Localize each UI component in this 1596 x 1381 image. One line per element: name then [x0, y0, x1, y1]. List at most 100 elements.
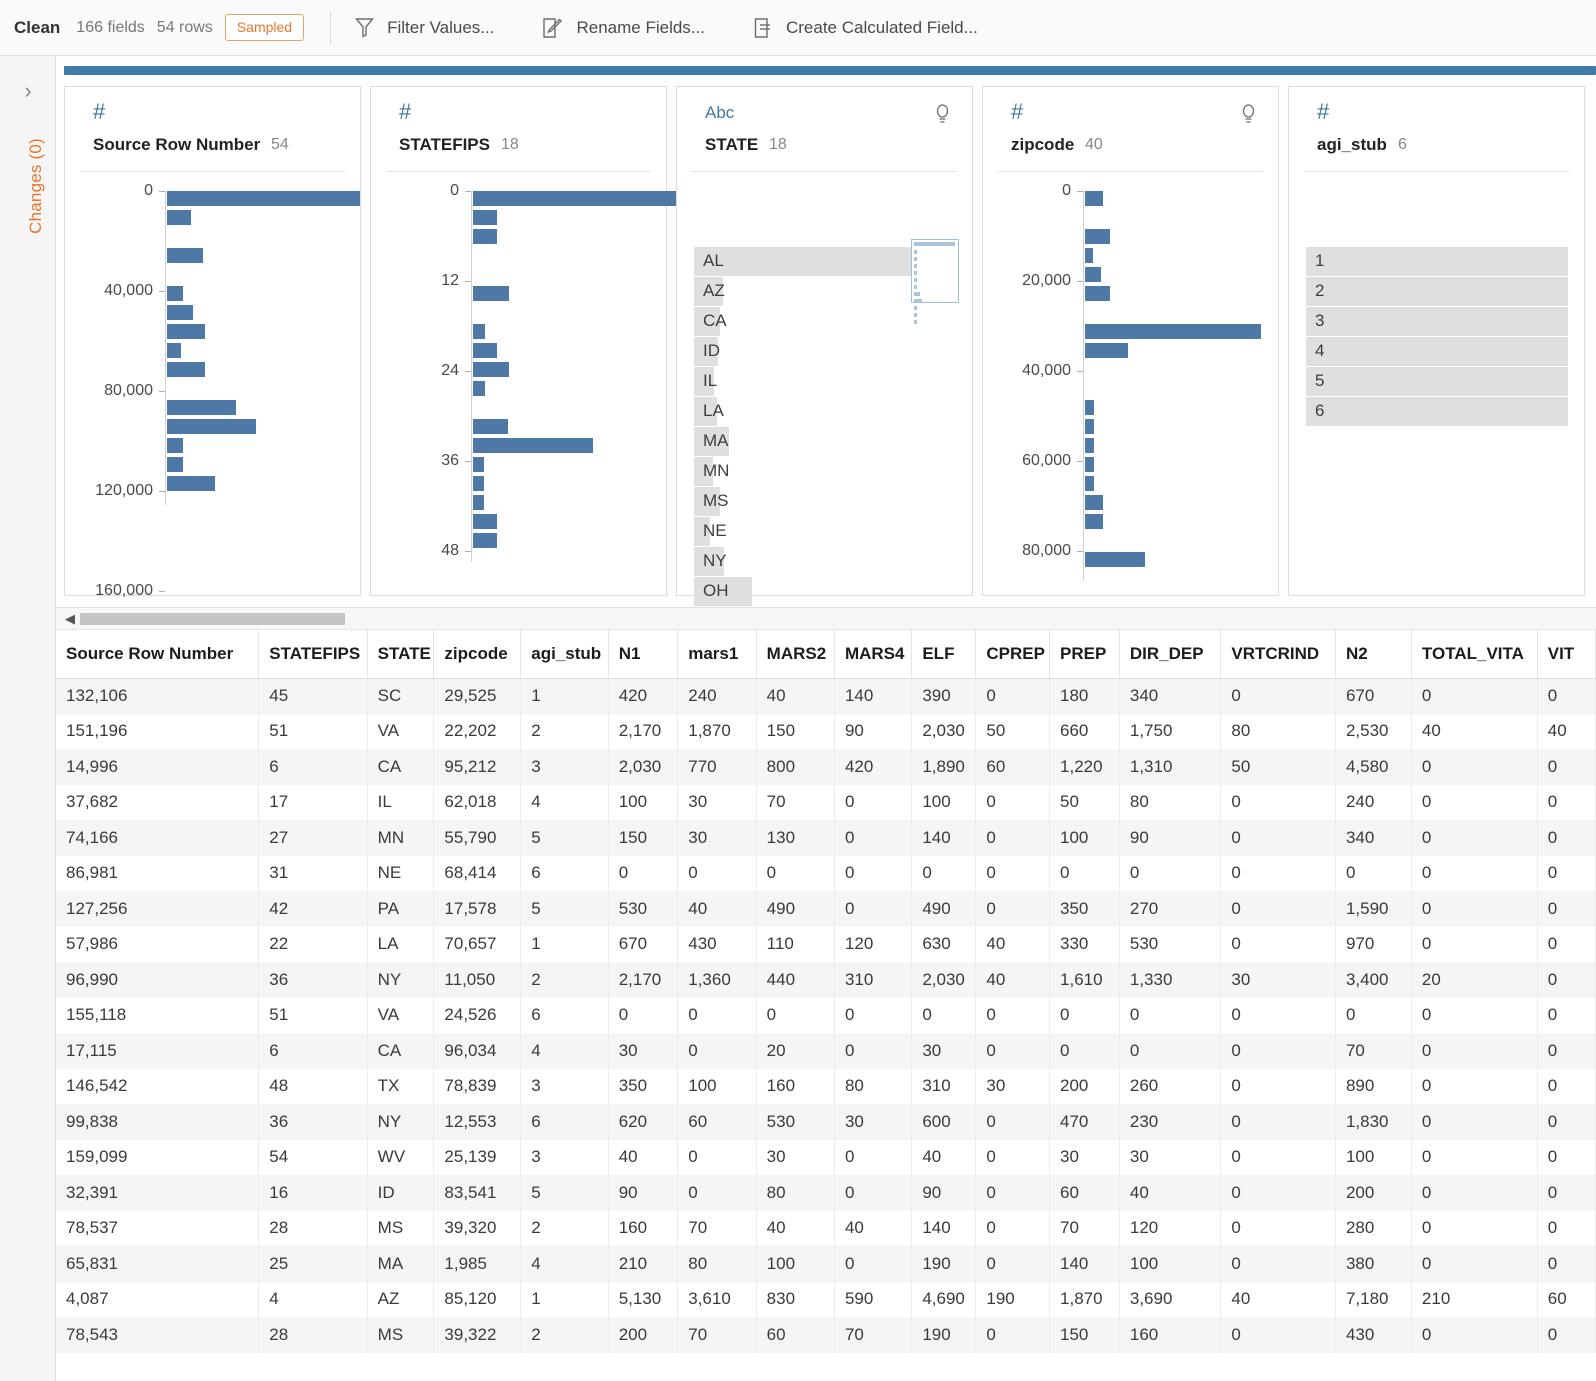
table-cell[interactable]: 0 — [976, 1175, 1050, 1211]
table-cell[interactable]: 40 — [912, 1140, 976, 1176]
table-cell[interactable]: 0 — [1221, 1033, 1336, 1069]
table-cell[interactable]: 0 — [1050, 1033, 1120, 1069]
table-cell[interactable]: 3,610 — [678, 1282, 756, 1318]
table-cell[interactable]: 1,870 — [678, 714, 756, 750]
table-cell[interactable]: 0 — [976, 1104, 1050, 1140]
table-cell[interactable]: 155,118 — [56, 998, 259, 1034]
value-list-item[interactable]: NE — [694, 517, 956, 546]
table-cell[interactable]: 70,657 — [434, 927, 521, 963]
table-cell[interactable]: 28 — [259, 1317, 367, 1353]
table-cell[interactable]: 48 — [259, 1069, 367, 1105]
table-cell[interactable]: 32,391 — [56, 1175, 259, 1211]
table-cell[interactable]: 146,542 — [56, 1069, 259, 1105]
histogram-bar[interactable] — [167, 476, 215, 491]
value-list-item[interactable]: MN — [694, 457, 956, 486]
table-cell[interactable]: 0 — [1221, 820, 1336, 856]
table-cell[interactable]: 40 — [1411, 714, 1537, 750]
table-cell[interactable]: 0 — [1119, 1033, 1220, 1069]
histogram-bar[interactable] — [167, 248, 203, 263]
column-header[interactable]: VIT — [1537, 630, 1595, 678]
table-cell[interactable]: 60 — [756, 1317, 834, 1353]
table-cell[interactable]: 530 — [1119, 927, 1220, 963]
histogram-bar[interactable] — [473, 457, 484, 472]
recommendations-lightbulb-icon[interactable] — [935, 104, 950, 129]
scroll-left-arrow-icon[interactable]: ◀ — [65, 612, 75, 625]
histogram-bar[interactable] — [473, 476, 484, 491]
table-cell[interactable]: 270 — [1119, 891, 1220, 927]
table-cell[interactable]: 0 — [1537, 962, 1595, 998]
table-cell[interactable]: 4 — [521, 1033, 608, 1069]
table-cell[interactable]: 65,831 — [56, 1246, 259, 1282]
table-cell[interactable]: AZ — [367, 1282, 434, 1318]
table-row[interactable]: 4,0874AZ85,12015,1303,6108305904,6901901… — [56, 1282, 1596, 1318]
histogram-bar[interactable] — [473, 210, 497, 225]
table-cell[interactable]: 70 — [1050, 1211, 1120, 1247]
table-row[interactable]: 151,19651VA22,20222,1701,870150902,03050… — [56, 714, 1596, 750]
histogram-bar[interactable] — [1085, 324, 1261, 339]
data-grid[interactable]: Source Row NumberSTATEFIPSSTATEzipcodeag… — [56, 630, 1596, 1381]
table-cell[interactable]: 0 — [678, 998, 756, 1034]
value-list-item[interactable]: LA — [694, 397, 956, 426]
table-cell[interactable]: 0 — [1221, 1246, 1336, 1282]
table-cell[interactable]: 42 — [259, 891, 367, 927]
sampled-badge[interactable]: Sampled — [225, 14, 304, 41]
table-cell[interactable]: 3,690 — [1119, 1282, 1220, 1318]
histogram-bar[interactable] — [167, 457, 183, 472]
table-cell[interactable]: 0 — [1221, 785, 1336, 821]
table-cell[interactable]: 0 — [1537, 785, 1595, 821]
table-cell[interactable]: 110 — [756, 927, 834, 963]
table-row[interactable]: 132,10645SC29,52514202404014039001803400… — [56, 678, 1596, 714]
table-cell[interactable]: 159,099 — [56, 1140, 259, 1176]
table-cell[interactable]: 140 — [912, 820, 976, 856]
table-cell[interactable]: 0 — [1537, 1069, 1595, 1105]
table-cell[interactable]: 40 — [976, 962, 1050, 998]
profile-pane-scrollbar[interactable] — [64, 66, 1596, 75]
table-row[interactable]: 146,54248TX78,83933501001608031030200260… — [56, 1069, 1596, 1105]
table-cell[interactable]: 0 — [834, 891, 911, 927]
table-cell[interactable]: 340 — [1119, 678, 1220, 714]
table-cell[interactable]: 11,050 — [434, 962, 521, 998]
table-cell[interactable]: 0 — [834, 1175, 911, 1211]
column-header[interactable]: Source Row Number — [56, 630, 259, 678]
table-cell[interactable]: 5 — [521, 820, 608, 856]
table-cell[interactable]: 100 — [608, 785, 678, 821]
table-cell[interactable]: 4,690 — [912, 1282, 976, 1318]
table-cell[interactable]: 54 — [259, 1140, 367, 1176]
table-cell[interactable]: 120 — [1119, 1211, 1220, 1247]
column-header[interactable]: mars1 — [678, 630, 756, 678]
table-cell[interactable]: 0 — [1537, 678, 1595, 714]
column-header[interactable]: DIR_DEP — [1119, 630, 1220, 678]
table-cell[interactable]: 36 — [259, 1104, 367, 1140]
table-cell[interactable]: 0 — [1537, 749, 1595, 785]
table-cell[interactable]: 0 — [976, 1140, 1050, 1176]
table-cell[interactable]: 80 — [1119, 785, 1220, 821]
column-header[interactable]: MARS4 — [834, 630, 911, 678]
table-cell[interactable]: 0 — [1221, 1140, 1336, 1176]
table-cell[interactable]: 0 — [1221, 1211, 1336, 1247]
table-cell[interactable]: 95,212 — [434, 749, 521, 785]
table-cell[interactable]: 340 — [1335, 820, 1411, 856]
table-cell[interactable]: 1,870 — [1050, 1282, 1120, 1318]
table-cell[interactable]: 0 — [1411, 1069, 1537, 1105]
table-cell[interactable]: 0 — [608, 998, 678, 1034]
table-cell[interactable]: 50 — [976, 714, 1050, 750]
table-cell[interactable]: 0 — [1221, 1104, 1336, 1140]
table-cell[interactable]: 0 — [1050, 856, 1120, 892]
histogram-bar[interactable] — [1085, 419, 1094, 434]
table-cell[interactable]: MA — [367, 1246, 434, 1282]
table-cell[interactable]: 60 — [976, 749, 1050, 785]
value-list-item[interactable]: 4 — [1306, 337, 1568, 366]
histogram-bar[interactable] — [473, 514, 497, 529]
table-cell[interactable]: 0 — [1537, 927, 1595, 963]
table-cell[interactable]: 6 — [521, 856, 608, 892]
table-cell[interactable]: 190 — [912, 1246, 976, 1282]
table-cell[interactable]: 40 — [1221, 1282, 1336, 1318]
table-cell[interactable]: 0 — [678, 1140, 756, 1176]
table-cell[interactable]: 99,838 — [56, 1104, 259, 1140]
table-cell[interactable]: 40 — [756, 1211, 834, 1247]
table-cell[interactable]: 0 — [976, 1317, 1050, 1353]
table-cell[interactable]: 430 — [1335, 1317, 1411, 1353]
table-cell[interactable]: 80 — [678, 1246, 756, 1282]
table-cell[interactable]: 350 — [608, 1069, 678, 1105]
table-cell[interactable]: 6 — [521, 1104, 608, 1140]
